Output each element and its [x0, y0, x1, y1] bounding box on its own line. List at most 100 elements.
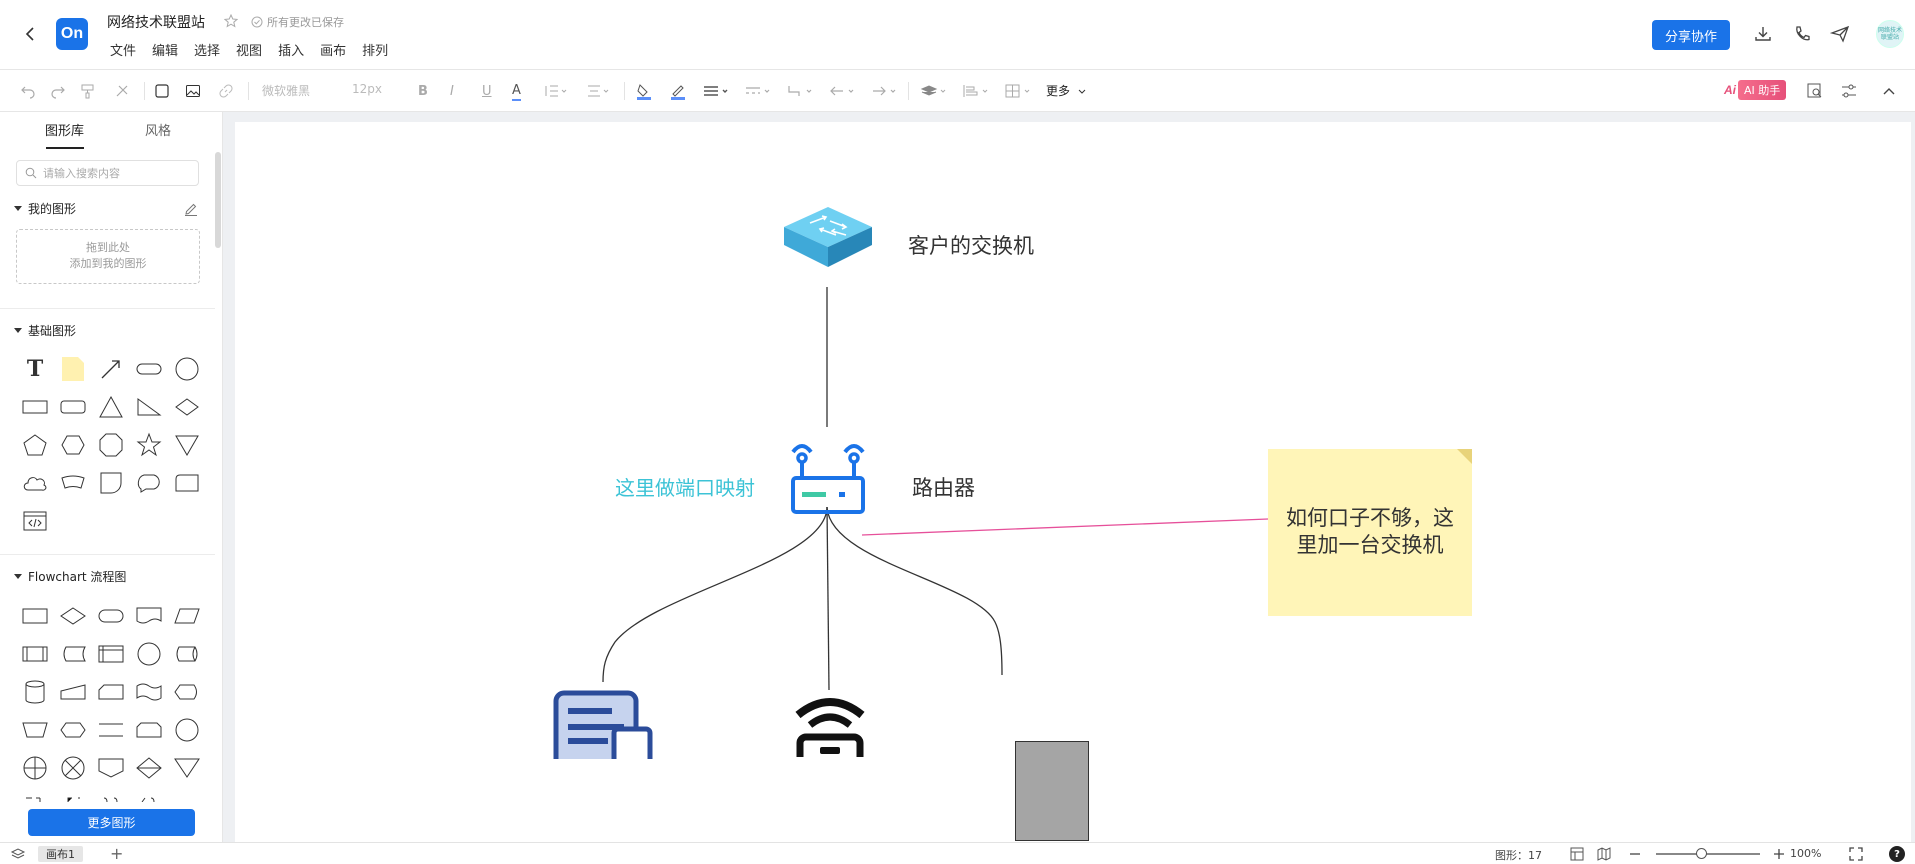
sticky-note-shape[interactable] [58, 354, 88, 384]
back-arrow-icon[interactable] [20, 24, 40, 44]
menu-select[interactable]: 选择 [194, 40, 220, 59]
menu-canvas[interactable]: 画布 [320, 40, 346, 59]
sticky-note[interactable]: 如何口子不够，这里加一台交换机 [1268, 449, 1472, 616]
star-icon[interactable] [224, 14, 238, 28]
format-painter-icon[interactable] [80, 81, 96, 101]
canvas-area[interactable]: 客户的交换机 路由器 这里做端口映射 如何口子不够，这里加一台交换机 [223, 112, 1915, 842]
font-size-input[interactable]: 12px [352, 82, 382, 96]
phone-icon[interactable] [1792, 24, 1814, 46]
help-icon[interactable]: ? [1889, 846, 1905, 862]
card-shape[interactable] [58, 468, 88, 498]
start-arrow-icon[interactable] [828, 81, 856, 101]
zoom-in-icon[interactable] [1771, 846, 1787, 862]
zoom-slider[interactable] [1656, 853, 1760, 855]
stored-data-shape[interactable] [58, 639, 88, 669]
shape-search-input[interactable]: 请输入搜索内容 [16, 160, 199, 186]
on-page-reference-shape[interactable] [172, 715, 202, 745]
star-shape[interactable] [134, 430, 164, 460]
arrow-line-shape[interactable] [96, 354, 126, 384]
menu-arrange[interactable]: 排列 [362, 40, 388, 59]
triangle-shape[interactable] [96, 392, 126, 422]
download-icon[interactable] [1753, 24, 1775, 46]
or-shape[interactable] [58, 753, 88, 783]
settings-sliders-icon[interactable] [1840, 81, 1858, 101]
line-color-icon[interactable] [670, 81, 686, 101]
funnel-shape[interactable] [172, 430, 202, 460]
bold-icon[interactable]: B [418, 81, 428, 101]
layer-order-icon[interactable] [920, 81, 948, 101]
wifi-device-icon[interactable] [790, 697, 870, 757]
direct-data-shape[interactable] [172, 639, 202, 669]
decision-shape[interactable] [58, 601, 88, 631]
document-title[interactable]: 网络技术联盟站 [107, 12, 205, 32]
zoom-level[interactable]: 100% [1790, 847, 1821, 860]
terminator-shape[interactable] [96, 601, 126, 631]
avatar[interactable]: 网络技术联盟站 [1876, 20, 1904, 48]
menu-file[interactable]: 文件 [110, 40, 136, 59]
document-shape[interactable] [134, 601, 164, 631]
align-objects-icon[interactable] [962, 81, 990, 101]
menu-view[interactable]: 视图 [236, 40, 262, 59]
canvas-page[interactable]: 客户的交换机 路由器 这里做端口映射 如何口子不够，这里加一台交换机 [235, 122, 1911, 842]
font-color-icon[interactable]: A [512, 81, 521, 101]
fullscreen-icon[interactable] [1848, 846, 1864, 862]
process-shape[interactable] [20, 601, 50, 631]
line-width-icon[interactable] [702, 81, 730, 101]
mobile-device-icon[interactable] [552, 689, 656, 759]
fill-color-icon[interactable] [636, 81, 652, 101]
parallel-mode-shape[interactable] [96, 715, 126, 745]
tab-page-1[interactable]: 画布1 [38, 846, 83, 862]
end-arrow-icon[interactable] [870, 81, 898, 101]
card-flow-shape[interactable] [96, 677, 126, 707]
speech-bubble-shape[interactable] [134, 468, 164, 498]
internal-storage-shape[interactable] [96, 639, 126, 669]
font-family-select[interactable]: 微软雅黑 [262, 82, 310, 99]
align-icon[interactable] [586, 81, 610, 101]
port-mapping-label[interactable]: 这里做端口映射 [615, 472, 755, 501]
code-block-shape[interactable] [20, 506, 50, 536]
clear-format-icon[interactable] [114, 81, 130, 101]
predefined-process-shape[interactable] [20, 639, 50, 669]
underline-icon[interactable]: U [482, 81, 492, 101]
rounded-rectangle-shape[interactable] [58, 392, 88, 422]
map-icon[interactable] [1596, 846, 1612, 862]
more-shapes-button[interactable]: 更多图形 [28, 809, 195, 836]
loop-limit-shape[interactable] [134, 715, 164, 745]
text-shape[interactable]: T [20, 354, 50, 384]
router-icon[interactable] [787, 440, 869, 516]
redo-icon[interactable] [50, 81, 66, 101]
menu-insert[interactable]: 插入 [278, 40, 304, 59]
sidebar-scrollbar[interactable] [215, 152, 221, 248]
right-triangle-shape[interactable] [134, 392, 164, 422]
preparation-shape[interactable] [58, 715, 88, 745]
edit-pencil-icon[interactable] [184, 202, 198, 216]
router-label[interactable]: 路由器 [912, 472, 975, 502]
brace-right-shape[interactable] [134, 788, 164, 802]
merge-shape[interactable] [172, 753, 202, 783]
share-button[interactable]: 分享协作 [1652, 20, 1730, 50]
connector-type-icon[interactable] [786, 81, 814, 101]
zoom-out-icon[interactable] [1627, 846, 1643, 862]
group-icon[interactable] [1004, 81, 1032, 101]
section-flowchart[interactable]: Flowchart 流程图 [14, 568, 126, 585]
cloud-shape[interactable] [20, 468, 50, 498]
off-page-reference-shape[interactable] [96, 753, 126, 783]
add-page-icon[interactable]: + [110, 844, 123, 863]
brace-shape[interactable] [96, 788, 126, 802]
octagon-shape[interactable] [96, 430, 126, 460]
menu-edit[interactable]: 编辑 [152, 40, 178, 59]
my-shapes-drop-zone[interactable]: 拖到此处 添加到我的图形 [16, 229, 200, 284]
display-shape[interactable] [172, 677, 202, 707]
rounded-rect-shape[interactable] [134, 354, 164, 384]
italic-icon[interactable]: I [450, 81, 454, 101]
undo-icon[interactable] [20, 81, 36, 101]
rectangle-tool-icon[interactable] [154, 81, 170, 101]
tab-shape-library[interactable]: 图形库 [45, 120, 84, 139]
section-my-shapes[interactable]: 我的图形 [14, 200, 76, 217]
annotation-bracket-shape[interactable] [58, 788, 88, 802]
annotation-shape[interactable] [20, 788, 50, 802]
tab-shape[interactable] [172, 468, 202, 498]
manual-input-shape[interactable] [58, 677, 88, 707]
diamond-shape[interactable] [172, 392, 202, 422]
ai-assistant-button[interactable]: Ai AI 助手 [1724, 80, 1787, 100]
